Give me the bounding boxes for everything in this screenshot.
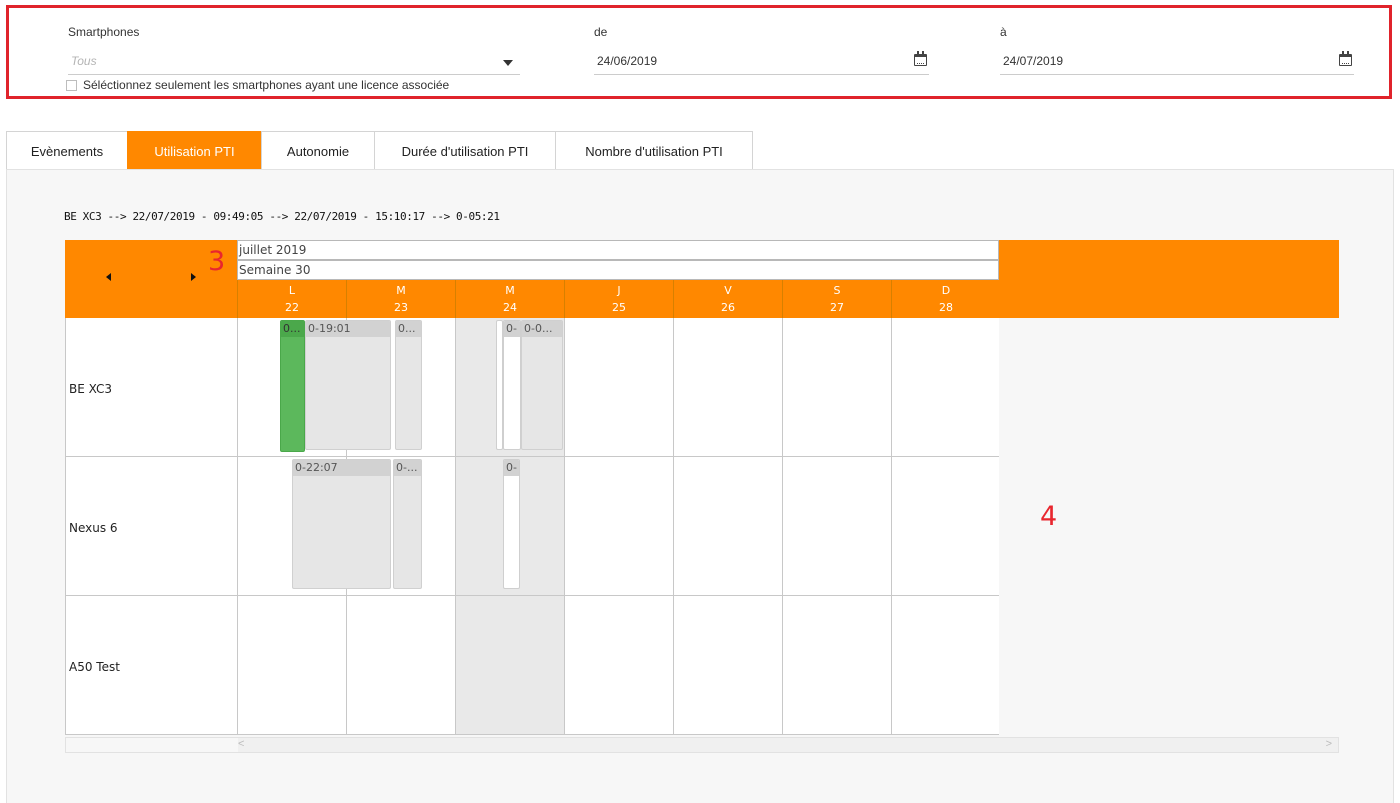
to-date-label: à [1000, 25, 1007, 39]
annotation-4: 4 [1040, 501, 1058, 532]
smartphones-placeholder: Tous [71, 54, 97, 68]
from-date-label: de [594, 25, 608, 39]
day-cell[interactable] [565, 318, 674, 457]
day-cell[interactable] [892, 596, 1001, 735]
day-number: 28 [939, 301, 953, 314]
calendar-icon[interactable] [914, 51, 927, 66]
event-bar[interactable]: 0- [503, 459, 520, 589]
horizontal-scrollbar[interactable]: < > [65, 737, 1339, 753]
month-header: juillet 2019 [237, 240, 999, 260]
row-header: BE XC3 [66, 318, 238, 457]
day-number: 26 [721, 301, 735, 314]
day-letter: S [833, 284, 841, 297]
event-bar[interactable]: 0... [395, 320, 422, 450]
day-number: 22 [285, 301, 299, 314]
day-cell[interactable] [674, 457, 783, 596]
scheduler-header: juillet 2019 Semaine 30 L 22 M 23 M 24 J 25 V 26 S… [65, 240, 1339, 318]
row-header: Nexus 6 [66, 457, 238, 596]
smartphones-select[interactable]: Tous [68, 50, 520, 75]
scheduler: juillet 2019 Semaine 30 L 22 M 23 M 24 J 25 V 26 S… [65, 240, 1339, 753]
day-letter: D [941, 284, 951, 297]
day-header: S 27 [782, 280, 891, 318]
day-cell[interactable] [565, 596, 674, 735]
to-date-field[interactable]: 24/07/2019 [1000, 50, 1354, 75]
calendar-icon[interactable] [1339, 51, 1352, 66]
day-cell[interactable] [238, 596, 347, 735]
day-number: 23 [394, 301, 408, 314]
row-label: Nexus 6 [69, 521, 118, 535]
week-header: Semaine 30 [237, 260, 999, 280]
scroll-right-icon[interactable]: > [1326, 738, 1332, 750]
day-cell[interactable] [892, 457, 1001, 596]
day-header: V 26 [673, 280, 782, 318]
row-header: A50 Test [66, 596, 238, 735]
from-date-field[interactable]: 24/06/2019 [594, 50, 929, 75]
tab-nombre-utilisation-pti[interactable]: Nombre d'utilisation PTI [555, 131, 753, 170]
event-bar[interactable]: 0... [280, 320, 305, 452]
day-header: J 25 [564, 280, 673, 318]
previous-arrow-icon[interactable] [106, 273, 111, 281]
next-arrow-icon[interactable] [191, 273, 196, 281]
day-cell[interactable] [892, 318, 1001, 457]
day-number: 27 [830, 301, 844, 314]
event-bar[interactable]: 0-0... [521, 320, 563, 450]
smartphones-label: Smartphones [68, 25, 140, 39]
day-number: 24 [503, 301, 517, 314]
day-cell[interactable] [565, 457, 674, 596]
day-cell[interactable] [674, 596, 783, 735]
tab-utilisation-pti[interactable]: Utilisation PTI [127, 131, 262, 170]
day-letter: M [505, 284, 515, 297]
tab-duree-utilisation-pti[interactable]: Durée d'utilisation PTI [374, 131, 556, 170]
tab-bar: Evènements Utilisation PTI Autonomie Dur… [6, 131, 753, 170]
tab-evenements[interactable]: Evènements [6, 131, 128, 170]
day-cell[interactable] [674, 318, 783, 457]
day-letter: M [396, 284, 406, 297]
selected-event-summary: BE XC3 --> 22/07/2019 - 09:49:05 --> 22/… [64, 210, 500, 223]
event-bar[interactable]: 0-19:01 [305, 320, 391, 450]
tab-autonomie[interactable]: Autonomie [261, 131, 375, 170]
day-letter: V [724, 284, 732, 297]
day-cell[interactable] [456, 596, 565, 735]
from-date-value: 24/06/2019 [597, 54, 658, 68]
license-checkbox-label: Séléctionnez seulement les smartphones a… [83, 78, 450, 92]
day-header: M 24 [455, 280, 564, 318]
day-cell[interactable] [783, 596, 892, 735]
day-header: L 22 [237, 280, 346, 318]
to-date-value: 24/07/2019 [1003, 54, 1064, 68]
day-letter: J [617, 284, 621, 297]
license-filter[interactable]: Séléctionnez seulement les smartphones a… [66, 78, 449, 92]
scroll-left-icon[interactable]: < [238, 738, 244, 750]
day-cell[interactable] [783, 318, 892, 457]
day-header: D 28 [891, 280, 1000, 318]
event-bar[interactable]: 0- [503, 320, 521, 450]
row-label: BE XC3 [69, 382, 112, 396]
day-cell[interactable] [347, 596, 456, 735]
scheduler-grid: BE XC3 Nexus 6 A50 Test 0... 0-19:01 0..… [65, 318, 1001, 735]
day-header: M 23 [346, 280, 455, 318]
event-bar[interactable]: 0-22:07 [292, 459, 391, 589]
event-bar[interactable] [496, 320, 503, 450]
event-bar[interactable]: 0-... [393, 459, 422, 589]
chevron-down-icon[interactable] [503, 60, 513, 66]
day-cell[interactable] [783, 457, 892, 596]
day-number: 25 [612, 301, 626, 314]
license-checkbox[interactable] [66, 79, 77, 91]
row-label: A50 Test [69, 660, 120, 674]
day-letter: L [288, 284, 296, 297]
annotation-3: 3 [208, 246, 226, 277]
